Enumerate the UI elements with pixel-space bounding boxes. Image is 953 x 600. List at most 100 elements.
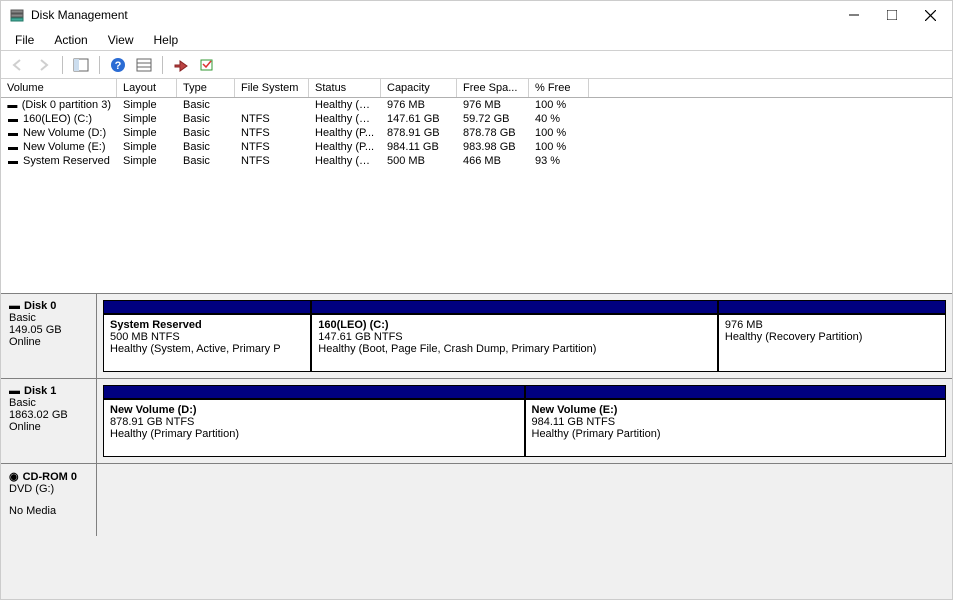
disk-partitions: System Reserved500 MB NTFSHealthy (Syste… (97, 294, 952, 378)
volume-layout: Simple (117, 98, 177, 112)
column-header-free[interactable]: Free Spa... (457, 79, 529, 97)
cdrom-status: No Media (9, 505, 88, 517)
volume-fs: NTFS (235, 126, 309, 140)
menu-view[interactable]: View (98, 31, 144, 49)
volume-free: 466 MB (457, 154, 529, 168)
volume-icon: ▬ (7, 128, 19, 139)
disk-graphical-view: ▬Disk 0Basic149.05 GBOnlineSystem Reserv… (1, 294, 952, 599)
disk-info[interactable]: ▬Disk 1Basic1863.02 GBOnline (1, 379, 97, 463)
partition-block[interactable]: New Volume (E:)984.11 GB NTFSHealthy (Pr… (525, 399, 947, 457)
volume-percent-free: 93 % (529, 154, 589, 168)
volume-row[interactable]: ▬ (Disk 0 partition 3) SimpleBasic Healthy … (1, 98, 952, 112)
minimize-button[interactable] (844, 5, 864, 25)
menu-help[interactable]: Help (144, 31, 189, 49)
volume-layout: Simple (117, 154, 177, 168)
disk-management-window: Disk Management File Action View Help (0, 0, 953, 600)
partition-status: Healthy (Recovery Partition) (725, 331, 939, 343)
volume-row[interactable]: ▬New Volume (E:)SimpleBasicNTFSHealthy (… (1, 140, 952, 154)
volume-name: 160(LEO) (C:) (23, 113, 92, 125)
column-header-percent-free[interactable]: % Free (529, 79, 589, 97)
volume-status: Healthy (P... (309, 140, 381, 154)
partition-block[interactable]: 976 MBHealthy (Recovery Partition) (718, 314, 946, 372)
volume-fs (235, 98, 309, 112)
partition-info: 500 MB NTFS (110, 331, 304, 343)
volume-free: 976 MB (457, 98, 529, 112)
partition-name: New Volume (E:) (532, 404, 940, 416)
volume-name: (Disk 0 partition 3) (22, 99, 111, 111)
maximize-button[interactable] (882, 5, 902, 25)
titlebar: Disk Management (1, 1, 952, 29)
disk-info[interactable]: ◉CD-ROM 0DVD (G:)No Media (1, 464, 97, 536)
volume-status: Healthy (B... (309, 112, 381, 126)
window-title: Disk Management (31, 8, 844, 22)
partition-name: 160(LEO) (C:) (318, 319, 711, 331)
partition-status: Healthy (Primary Partition) (110, 428, 518, 440)
volume-list: Volume Layout Type File System Status Ca… (1, 79, 952, 294)
column-header-volume[interactable]: Volume (1, 79, 117, 97)
volume-percent-free: 100 % (529, 126, 589, 140)
volume-icon: ▬ (7, 142, 19, 153)
menu-action[interactable]: Action (44, 31, 97, 49)
volume-icon: ▬ (7, 100, 18, 111)
partition-info: 147.61 GB NTFS (318, 331, 711, 343)
cdrom-icon: ◉ (9, 470, 19, 483)
column-header-status[interactable]: Status (309, 79, 381, 97)
close-button[interactable] (920, 5, 940, 25)
volume-list-header: Volume Layout Type File System Status Ca… (1, 79, 952, 98)
disk-type: Basic (9, 312, 88, 324)
partition-block[interactable]: 160(LEO) (C:)147.61 GB NTFSHealthy (Boot… (311, 314, 718, 372)
partition-block[interactable]: System Reserved500 MB NTFSHealthy (Syste… (103, 314, 311, 372)
volume-percent-free: 40 % (529, 112, 589, 126)
forward-button (33, 54, 55, 76)
disk-type: Basic (9, 397, 88, 409)
volume-layout: Simple (117, 140, 177, 154)
volume-row[interactable]: ▬New Volume (D:)SimpleBasicNTFSHealthy (… (1, 126, 952, 140)
partition-status: Healthy (Primary Partition) (532, 428, 940, 440)
volume-icon: ▬ (7, 156, 19, 167)
toolbar-separator (62, 56, 63, 74)
settings-button[interactable] (133, 54, 155, 76)
disk-capacity: 1863.02 GB (9, 409, 88, 421)
volume-capacity: 147.61 GB (381, 112, 457, 126)
volume-icon: ▬ (7, 114, 19, 125)
volume-name: New Volume (E:) (23, 141, 106, 153)
show-hide-button[interactable] (70, 54, 92, 76)
cdrom-type: DVD (G:) (9, 483, 88, 495)
volume-free: 983.98 GB (457, 140, 529, 154)
column-header-layout[interactable]: Layout (117, 79, 177, 97)
svg-text:?: ? (115, 60, 122, 72)
partition-block[interactable]: New Volume (D:)878.91 GB NTFSHealthy (Pr… (103, 399, 525, 457)
help-button[interactable]: ? (107, 54, 129, 76)
volume-fs: NTFS (235, 154, 309, 168)
window-controls (844, 5, 940, 25)
toolbar-separator (162, 56, 163, 74)
volume-status: Healthy (P... (309, 126, 381, 140)
volume-capacity: 984.11 GB (381, 140, 457, 154)
volume-row[interactable]: ▬System ReservedSimpleBasicNTFSHealthy (… (1, 154, 952, 168)
disk-icon: ▬ (9, 385, 20, 397)
partition-info: 984.11 GB NTFS (532, 416, 940, 428)
volume-type: Basic (177, 154, 235, 168)
partition-info: 976 MB (725, 319, 939, 331)
partition-strip-segment (525, 385, 947, 399)
column-header-fs[interactable]: File System (235, 79, 309, 97)
column-header-capacity[interactable]: Capacity (381, 79, 457, 97)
volume-type: Basic (177, 112, 235, 126)
menu-file[interactable]: File (5, 31, 44, 49)
volume-type: Basic (177, 98, 235, 112)
volume-row[interactable]: ▬160(LEO) (C:)SimpleBasicNTFSHealthy (B.… (1, 112, 952, 126)
volume-list-body: ▬(Disk 0 partition 3)SimpleBasicHealthy … (1, 98, 952, 293)
volume-status: Healthy (R... (309, 98, 381, 112)
refresh-button[interactable] (196, 54, 218, 76)
disk-info[interactable]: ▬Disk 0Basic149.05 GBOnline (1, 294, 97, 378)
volume-capacity: 500 MB (381, 154, 457, 168)
volume-free: 878.78 GB (457, 126, 529, 140)
action-button[interactable] (170, 54, 192, 76)
column-header-type[interactable]: Type (177, 79, 235, 97)
volume-status: Healthy (S... (309, 154, 381, 168)
volume-type: Basic (177, 126, 235, 140)
cdrom-content (97, 464, 952, 536)
cdrom-row: ◉CD-ROM 0DVD (G:)No Media (1, 463, 952, 536)
volume-percent-free: 100 % (529, 140, 589, 154)
partition-status: Healthy (Boot, Page File, Crash Dump, Pr… (318, 343, 711, 355)
